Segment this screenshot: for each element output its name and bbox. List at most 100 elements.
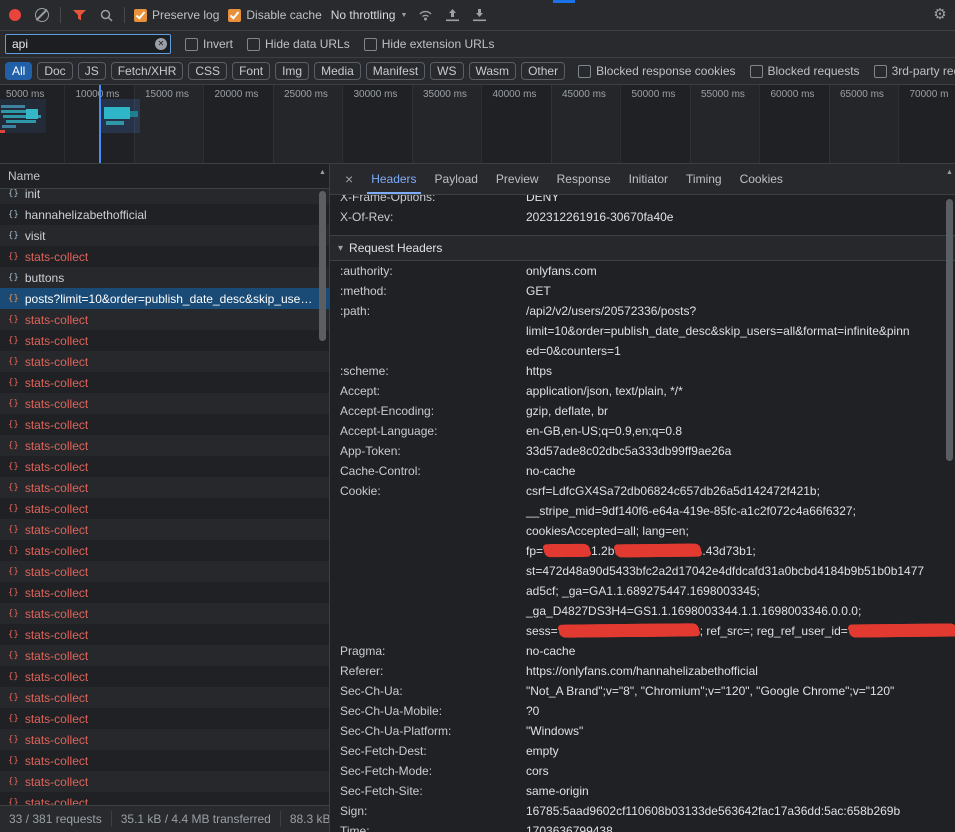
request-row[interactable]: {}stats-collect: [0, 603, 329, 624]
hide-data-urls-checkbox[interactable]: Hide data URLs: [247, 37, 350, 51]
header-value: "Windows": [526, 721, 583, 741]
network-activity-mark: [26, 109, 38, 119]
request-row[interactable]: {}stats-collect: [0, 372, 329, 393]
filter-pill-img[interactable]: Img: [275, 62, 309, 80]
request-row[interactable]: {}stats-collect: [0, 498, 329, 519]
tab-response[interactable]: Response: [548, 164, 620, 194]
json-request-icon: {}: [8, 252, 19, 262]
scroll-up-icon[interactable]: ▲: [317, 167, 328, 179]
request-row[interactable]: {}stats-collect: [0, 624, 329, 645]
json-request-icon: {}: [8, 693, 19, 703]
header-name: Sec-Ch-Ua-Mobile:: [340, 701, 526, 721]
name-column-header[interactable]: Name: [0, 164, 329, 189]
request-row[interactable]: {}stats-collect: [0, 540, 329, 561]
header-name: :path:: [340, 301, 526, 361]
header-value-line: no-cache: [526, 641, 575, 661]
request-row[interactable]: {}stats-collect: [0, 456, 329, 477]
request-row[interactable]: {}stats-collect: [0, 309, 329, 330]
filter-checkbox-blocked-requests[interactable]: Blocked requests: [750, 64, 860, 78]
tab-timing[interactable]: Timing: [677, 164, 731, 194]
clear-button[interactable]: [33, 6, 51, 24]
timeline-gridline: [64, 85, 65, 163]
tab-cookies[interactable]: Cookies: [731, 164, 792, 194]
request-row[interactable]: {}stats-collect: [0, 477, 329, 498]
request-row[interactable]: {}hannahelizabethofficial: [0, 204, 329, 225]
filter-pill-css[interactable]: CSS: [188, 62, 227, 80]
request-row[interactable]: {}stats-collect: [0, 750, 329, 771]
header-row: :authority:onlyfans.com: [330, 261, 955, 281]
request-row[interactable]: {}buttons: [0, 267, 329, 288]
record-button[interactable]: [6, 6, 24, 24]
filter-pill-manifest[interactable]: Manifest: [366, 62, 425, 80]
request-row[interactable]: {}stats-collect: [0, 687, 329, 708]
invert-checkbox[interactable]: Invert: [185, 37, 233, 51]
throttling-select[interactable]: No throttling ▼: [331, 8, 408, 22]
json-request-icon: {}: [8, 273, 19, 283]
network-conditions-button[interactable]: [416, 6, 434, 24]
request-row[interactable]: {}stats-collect: [0, 708, 329, 729]
scrollbar-thumb[interactable]: [946, 199, 953, 461]
request-row[interactable]: {}init: [0, 189, 329, 204]
header-value: empty: [526, 741, 559, 761]
network-filter-input[interactable]: [5, 34, 171, 54]
request-row[interactable]: {}stats-collect: [0, 729, 329, 750]
request-name: stats-collect: [25, 670, 88, 684]
redaction-scribble: [559, 624, 699, 638]
request-row[interactable]: {}stats-collect: [0, 246, 329, 267]
tab-headers[interactable]: Headers: [362, 164, 425, 194]
filter-pill-other[interactable]: Other: [521, 62, 565, 80]
header-value-line: en-GB,en-US;q=0.9,en;q=0.8: [526, 421, 682, 441]
preserve-log-checkbox[interactable]: Preserve log: [134, 8, 219, 22]
scrollbar-thumb[interactable]: [319, 191, 326, 341]
details-scrollbar[interactable]: ▲: [944, 167, 955, 832]
request-list-scrollbar[interactable]: ▲: [317, 167, 328, 805]
request-row[interactable]: {}stats-collect: [0, 435, 329, 456]
settings-button[interactable]: ⚙: [931, 6, 949, 24]
filter-pill-all[interactable]: All: [5, 62, 32, 80]
request-name: stats-collect: [25, 733, 88, 747]
filter-pill-fetch-xhr[interactable]: Fetch/XHR: [111, 62, 184, 80]
search-button[interactable]: [97, 6, 115, 24]
section-title: Request Headers: [349, 241, 442, 255]
request-headers-section-toggle[interactable]: ▾ Request Headers: [330, 235, 955, 261]
scroll-up-icon[interactable]: ▲: [944, 167, 955, 179]
timeline-label: 20000 ms: [215, 89, 259, 100]
request-row[interactable]: {}stats-collect: [0, 414, 329, 435]
request-row[interactable]: {}stats-collect: [0, 561, 329, 582]
close-icon[interactable]: ×: [336, 171, 362, 187]
header-value-line: ed=0&counters=1: [526, 341, 910, 361]
request-row[interactable]: {}stats-collect: [0, 393, 329, 414]
filter-checkbox-blocked-response-cookies[interactable]: Blocked response cookies: [578, 64, 735, 78]
export-har-button[interactable]: [470, 6, 488, 24]
header-value: ?0: [526, 701, 539, 721]
filter-pill-ws[interactable]: WS: [430, 62, 463, 80]
request-row[interactable]: {}stats-collect: [0, 645, 329, 666]
request-row[interactable]: {}stats-collect: [0, 792, 329, 805]
request-row[interactable]: {}stats-collect: [0, 351, 329, 372]
import-har-button[interactable]: [443, 6, 461, 24]
request-row[interactable]: {}stats-collect: [0, 519, 329, 540]
tab-preview[interactable]: Preview: [487, 164, 548, 194]
tab-initiator[interactable]: Initiator: [620, 164, 677, 194]
header-value-line: ?0: [526, 701, 539, 721]
filter-pill-doc[interactable]: Doc: [37, 62, 72, 80]
overview-timeline[interactable]: 5000 ms10000 ms15000 ms20000 ms25000 ms3…: [0, 85, 955, 164]
disable-cache-checkbox[interactable]: Disable cache: [228, 8, 321, 22]
filter-pill-wasm[interactable]: Wasm: [469, 62, 517, 80]
filter-toggle-button[interactable]: [70, 6, 88, 24]
request-headers-list: :authority:onlyfans.com:method:GET:path:…: [330, 261, 955, 832]
filter-checkbox-3rd-party-requests[interactable]: 3rd-party requests: [874, 64, 955, 78]
filter-pill-font[interactable]: Font: [232, 62, 270, 80]
filter-pill-media[interactable]: Media: [314, 62, 361, 80]
filter-pill-js[interactable]: JS: [78, 62, 106, 80]
request-row[interactable]: {}posts?limit=10&order=publish_date_desc…: [0, 288, 329, 309]
hide-extension-urls-checkbox[interactable]: Hide extension URLs: [364, 37, 495, 51]
name-column-label: Name: [8, 169, 40, 183]
tab-payload[interactable]: Payload: [426, 164, 487, 194]
request-row[interactable]: {}stats-collect: [0, 666, 329, 687]
request-row[interactable]: {}stats-collect: [0, 582, 329, 603]
request-row[interactable]: {}stats-collect: [0, 330, 329, 351]
request-row[interactable]: {}visit: [0, 225, 329, 246]
clear-filter-icon[interactable]: ✕: [155, 38, 167, 50]
request-row[interactable]: {}stats-collect: [0, 771, 329, 792]
